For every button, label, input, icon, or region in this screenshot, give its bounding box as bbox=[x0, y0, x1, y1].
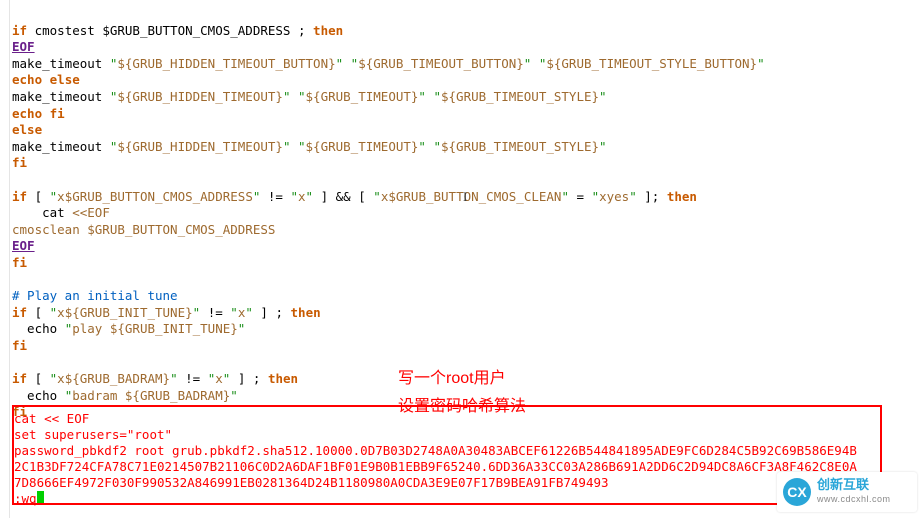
text-cursor-ibeam: I bbox=[463, 189, 467, 206]
kw-if: if bbox=[12, 371, 27, 386]
kw-then: then bbox=[268, 371, 298, 386]
kw-then: then bbox=[291, 305, 321, 320]
logo-glyph: CX bbox=[783, 478, 811, 506]
code-line: cat <<EOF bbox=[12, 205, 110, 220]
kw-fi: fi bbox=[12, 255, 27, 270]
code-editor-content[interactable]: if cmostest $GRUB_BUTTON_CMOS_ADDRESS ; … bbox=[12, 6, 765, 421]
code-line: EOF bbox=[12, 39, 35, 54]
logo-text-url: www.cdcxhl.com bbox=[817, 492, 891, 506]
kw-if: if bbox=[12, 189, 27, 204]
cursor-block bbox=[37, 491, 44, 505]
kw-else: else bbox=[12, 122, 42, 137]
blank-line bbox=[12, 272, 20, 287]
code-line: make_timeout "${GRUB_HIDDEN_TIMEOUT}" "$… bbox=[12, 89, 607, 104]
logo-text-cn: 创新互联 bbox=[817, 478, 891, 492]
kw-echo: echo bbox=[12, 106, 42, 121]
vim-command-line[interactable]: :wq bbox=[14, 491, 44, 508]
annotation-text: 设置密码哈希算法 bbox=[398, 399, 526, 416]
code-line: if [ "x${GRUB_INIT_TUNE}" != "x" ] ; the… bbox=[12, 305, 321, 320]
kw-fi: fi bbox=[12, 338, 27, 353]
code-line: fi bbox=[12, 155, 27, 170]
appended-line[interactable]: 2C1B3DF724CFA78C71E0214507B21106C0D2A6DA… bbox=[14, 459, 878, 476]
kw-echo: echo bbox=[12, 72, 42, 87]
code-line: make_timeout "${GRUB_HIDDEN_TIMEOUT_BUTT… bbox=[12, 56, 765, 71]
kw-fi: fi bbox=[50, 106, 65, 121]
blank-line bbox=[12, 172, 20, 187]
code-line: make_timeout "${GRUB_HIDDEN_TIMEOUT}" "$… bbox=[12, 139, 607, 154]
blank-line bbox=[12, 354, 20, 369]
code-line: fi bbox=[12, 255, 27, 270]
kw-if: if bbox=[12, 23, 27, 38]
kw-if: if bbox=[12, 305, 27, 320]
code-line: echo fi bbox=[12, 106, 65, 121]
code-line: if [ "x$GRUB_BUTTON_CMOS_ADDRESS" != "x"… bbox=[12, 189, 697, 204]
kw-fi: fi bbox=[12, 155, 27, 170]
comment-line: # Play an initial tune bbox=[12, 288, 178, 303]
code-line: echo "badram ${GRUB_BADRAM}" bbox=[12, 388, 238, 403]
appended-line[interactable]: set superusers="root" bbox=[14, 427, 172, 444]
line-gutter bbox=[0, 0, 10, 518]
appended-line[interactable]: cat << EOF bbox=[14, 411, 89, 428]
heredoc-eof: EOF bbox=[12, 39, 35, 54]
heredoc-body: cmosclean $GRUB_BUTTON_CMOS_ADDRESS bbox=[12, 222, 275, 237]
appended-line[interactable]: 7D8666EF4972F030F990532A846991EB0281364D… bbox=[14, 475, 609, 492]
code-line: if [ "x${GRUB_BADRAM}" != "x" ] ; then bbox=[12, 371, 298, 386]
heredoc-eof: EOF bbox=[12, 238, 35, 253]
code-line: echo "play ${GRUB_INIT_TUNE}" bbox=[12, 321, 245, 336]
kw-then: then bbox=[313, 23, 343, 38]
code-line: fi bbox=[12, 338, 27, 353]
code-line: if cmostest $GRUB_BUTTON_CMOS_ADDRESS ; … bbox=[12, 23, 343, 38]
watermark-logo: CX 创新互联 www.cdcxhl.com bbox=[777, 472, 917, 512]
appended-line[interactable]: password_pbkdf2 root grub.pbkdf2.sha512.… bbox=[14, 443, 878, 460]
kw-else: else bbox=[50, 72, 80, 87]
code-line: echo else bbox=[12, 72, 80, 87]
code-line: EOF bbox=[12, 238, 35, 253]
kw-then: then bbox=[667, 189, 697, 204]
annotation-text: 写一个root用户 bbox=[398, 371, 506, 388]
code-line: else bbox=[12, 122, 42, 137]
